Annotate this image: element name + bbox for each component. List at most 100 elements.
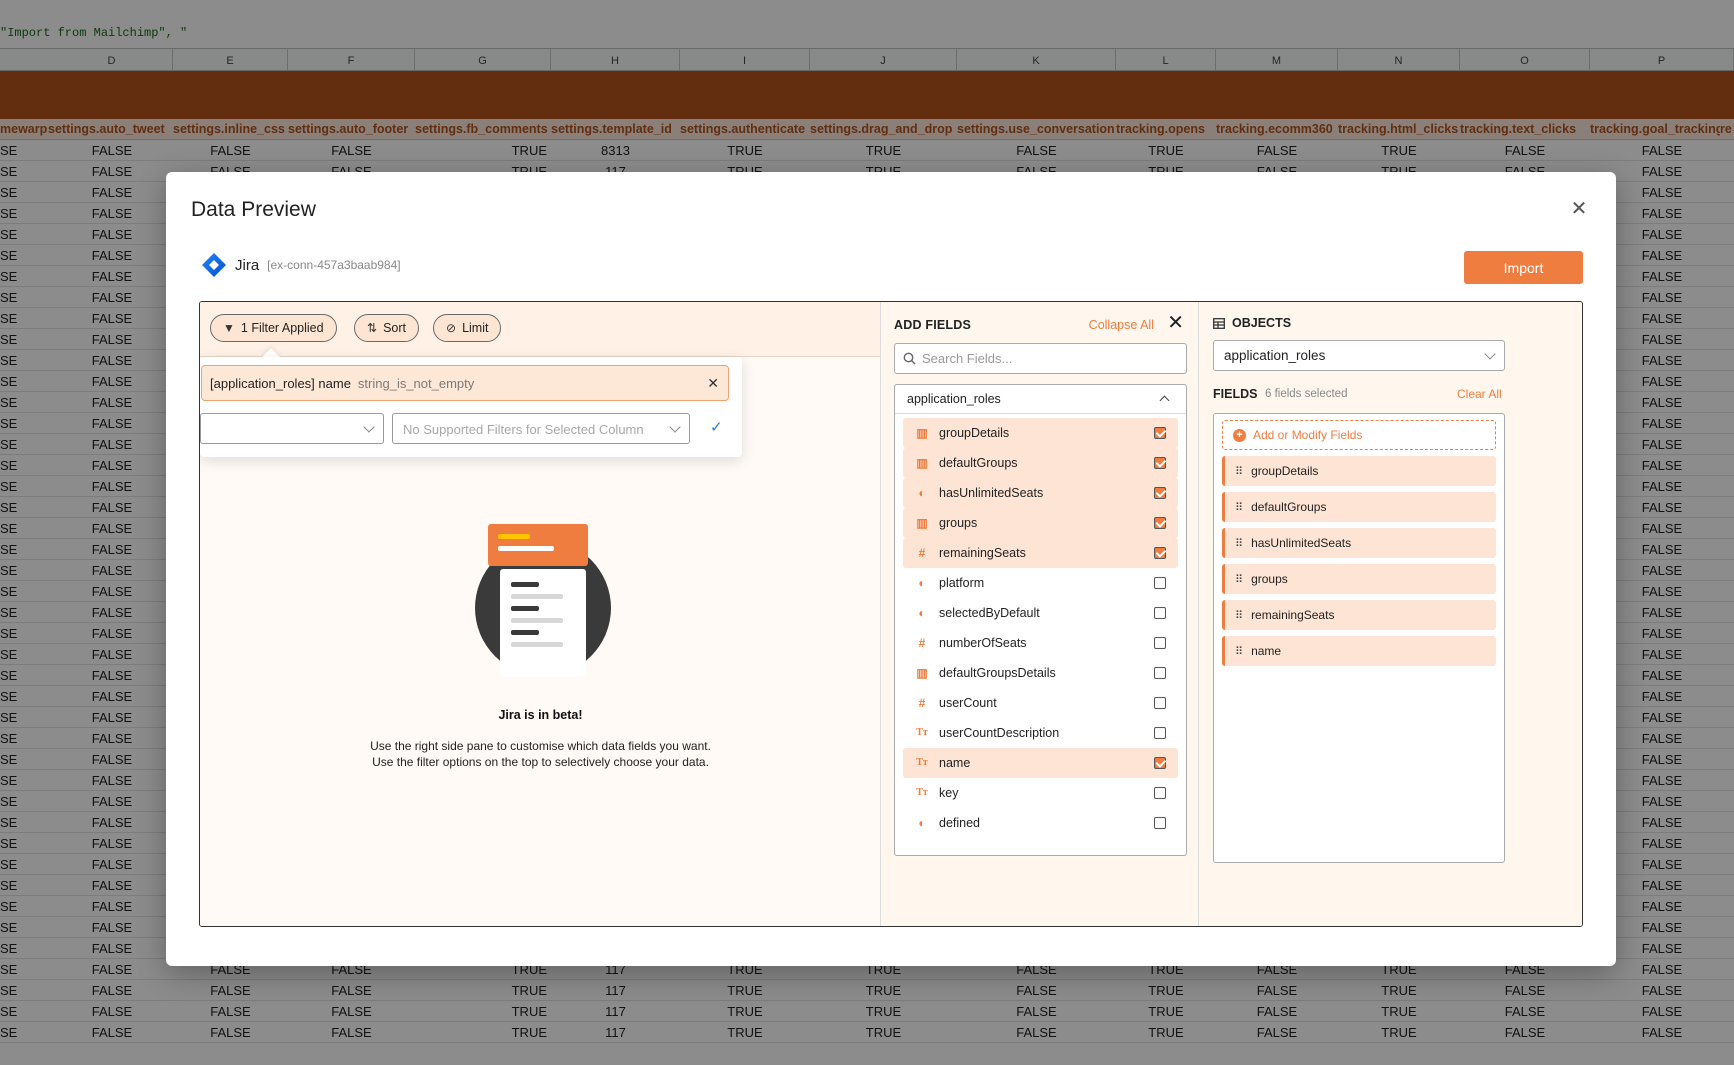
- selected-field-item[interactable]: ⠿ remainingSeats: [1222, 600, 1496, 630]
- field-checkbox[interactable]: [1154, 697, 1166, 709]
- field-checkbox[interactable]: [1154, 457, 1166, 469]
- search-fields-box[interactable]: [894, 343, 1187, 374]
- drag-handle-icon[interactable]: ⠿: [1235, 501, 1243, 514]
- limit-button[interactable]: ⊘ Limit: [433, 314, 502, 342]
- remove-filter-icon[interactable]: ✕: [707, 375, 719, 392]
- apply-filter-check-icon[interactable]: ✓: [710, 418, 723, 436]
- field-item-label: platform: [939, 576, 985, 590]
- field-checkbox[interactable]: [1154, 517, 1166, 529]
- filter-column-select[interactable]: [200, 413, 384, 444]
- objects-heading: OBJECTS: [1232, 316, 1292, 330]
- text-icon: Tт: [916, 757, 928, 768]
- close-fields-icon[interactable]: ✕: [1167, 313, 1184, 333]
- field-item[interactable]: # userCount: [903, 688, 1178, 718]
- active-filter-chip[interactable]: [application_roles] name string_is_not_e…: [201, 365, 729, 401]
- drag-handle-icon[interactable]: ⠿: [1235, 573, 1243, 586]
- field-item-label: hasUnlimitedSeats: [939, 486, 1044, 500]
- selected-field-label: groups: [1251, 572, 1288, 586]
- field-item-label: defaultGroupsDetails: [939, 666, 1056, 680]
- filter-value-placeholder: No Supported Filters for Selected Column: [403, 422, 644, 437]
- field-item-label: userCountDescription: [939, 726, 1060, 740]
- drag-handle-icon[interactable]: ⠿: [1235, 645, 1243, 658]
- field-checkbox[interactable]: [1154, 607, 1166, 619]
- field-item[interactable]: ▥ defaultGroupsDetails: [903, 658, 1178, 688]
- jira-logo-icon: [202, 253, 226, 277]
- number-icon: #: [918, 546, 926, 560]
- chevron-down-icon: [1484, 348, 1496, 360]
- preview-toolbar: ▼ 1 Filter Applied ⇅ Sort ⊘ Limit: [200, 302, 880, 357]
- filter-value-select[interactable]: No Supported Filters for Selected Column: [392, 413, 690, 444]
- selected-field-item[interactable]: ⠿ name: [1222, 636, 1496, 666]
- connection-name: Jira: [235, 256, 260, 274]
- selected-field-item[interactable]: ⠿ groupDetails: [1222, 456, 1496, 486]
- selected-field-item[interactable]: ⠿ groups: [1222, 564, 1496, 594]
- field-checkbox[interactable]: [1154, 637, 1166, 649]
- field-checkbox[interactable]: [1154, 817, 1166, 829]
- search-fields-input[interactable]: [922, 351, 1162, 366]
- field-item[interactable]: ◐ platform: [903, 568, 1178, 598]
- field-group-header[interactable]: application_roles: [895, 385, 1186, 414]
- fields-count: 6 fields selected: [1265, 388, 1348, 400]
- add-fields-heading: ADD FIELDS: [894, 318, 971, 332]
- selected-field-item[interactable]: ⠿ hasUnlimitedSeats: [1222, 528, 1496, 558]
- filter-column: [application_roles] name: [210, 375, 351, 391]
- field-item[interactable]: # numberOfSeats: [903, 628, 1178, 658]
- connection-id: [ex-conn-457a3baab984]: [267, 258, 401, 272]
- connection-row: Jira [ex-conn-457a3baab984]: [201, 252, 401, 278]
- collapse-all-link[interactable]: Collapse All: [1089, 318, 1154, 332]
- object-select[interactable]: application_roles: [1213, 340, 1505, 371]
- drag-handle-icon[interactable]: ⠿: [1235, 609, 1243, 622]
- field-item[interactable]: ▥ groupDetails: [903, 418, 1178, 448]
- preview-workspace: ▼ 1 Filter Applied ⇅ Sort ⊘ Limit [appli…: [199, 301, 1583, 927]
- field-checkbox[interactable]: [1154, 427, 1166, 439]
- field-item[interactable]: Tт key: [903, 778, 1178, 808]
- beta-description-line: Use the right side pane to customise whi…: [370, 739, 711, 753]
- selected-field-label: name: [1251, 644, 1282, 658]
- modal-title: Data Preview: [191, 198, 316, 221]
- sort-button[interactable]: ⇅ Sort: [354, 314, 419, 342]
- boolean-icon: ◐: [918, 576, 926, 590]
- field-item[interactable]: ▥ defaultGroups: [903, 448, 1178, 478]
- field-item-label: groups: [939, 516, 978, 530]
- field-item[interactable]: Tт name: [903, 748, 1178, 778]
- field-checkbox[interactable]: [1154, 787, 1166, 799]
- field-checkbox[interactable]: [1154, 577, 1166, 589]
- sort-button-label: Sort: [383, 321, 406, 335]
- field-item[interactable]: ▥ groups: [903, 508, 1178, 538]
- field-checkbox[interactable]: [1154, 547, 1166, 559]
- close-icon[interactable]: ✕: [1570, 199, 1588, 219]
- field-checkbox[interactable]: [1154, 487, 1166, 499]
- selected-field-item[interactable]: ⠿ defaultGroups: [1222, 492, 1496, 522]
- filter-button[interactable]: ▼ 1 Filter Applied: [210, 314, 337, 342]
- clear-all-link[interactable]: Clear All: [1457, 387, 1502, 401]
- import-button[interactable]: Import: [1464, 251, 1583, 284]
- field-item[interactable]: Tт userCountDescription: [903, 718, 1178, 748]
- drag-handle-icon[interactable]: ⠿: [1235, 465, 1243, 478]
- chevron-up-icon: [1159, 395, 1170, 406]
- boolean-icon: ◐: [918, 486, 926, 500]
- selected-fields-box: + Add or Modify Fields ⠿ groupDetails ⠿ def…: [1213, 413, 1505, 863]
- array-icon: ▥: [916, 426, 928, 440]
- boolean-icon: ◐: [918, 816, 926, 830]
- sort-icon: ⇅: [367, 321, 378, 335]
- limit-icon: ⊘: [446, 321, 457, 335]
- array-icon: ▥: [916, 516, 928, 530]
- number-icon: #: [918, 636, 926, 650]
- add-modify-fields-button[interactable]: + Add or Modify Fields: [1222, 420, 1496, 450]
- field-list: application_roles ▥ groupDetails ▥ defaultG…: [894, 384, 1187, 856]
- number-icon: #: [918, 696, 926, 710]
- field-item[interactable]: ◐ defined: [903, 808, 1178, 838]
- field-item[interactable]: # remainingSeats: [903, 538, 1178, 568]
- array-icon: ▥: [916, 666, 928, 680]
- field-item-label: defined: [939, 816, 981, 830]
- field-item-label: remainingSeats: [939, 546, 1026, 560]
- field-item[interactable]: ◐ hasUnlimitedSeats: [903, 478, 1178, 508]
- field-checkbox[interactable]: [1154, 727, 1166, 739]
- drag-handle-icon[interactable]: ⠿: [1235, 537, 1243, 550]
- field-item-label: groupDetails: [939, 426, 1010, 440]
- field-item[interactable]: ◐ selectedByDefault: [903, 598, 1178, 628]
- chevron-down-icon: [363, 421, 375, 433]
- limit-button-label: Limit: [462, 321, 489, 335]
- field-checkbox[interactable]: [1154, 757, 1166, 769]
- field-checkbox[interactable]: [1154, 667, 1166, 679]
